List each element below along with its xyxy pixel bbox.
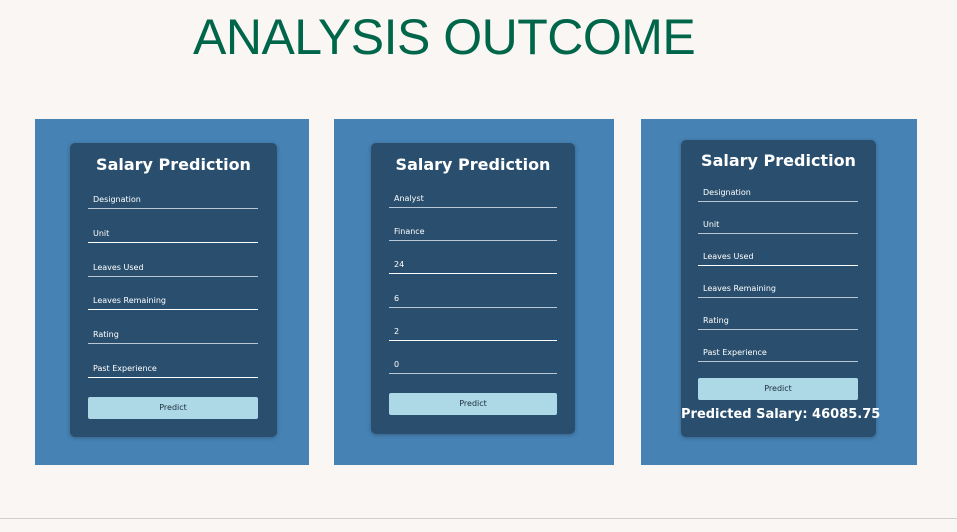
predict-button[interactable]: Predict [698, 378, 858, 400]
leaves-remaining-placeholder: Leaves Remaining [93, 296, 166, 305]
designation-field[interactable]: Designation [698, 180, 858, 202]
unit-field[interactable]: Unit [88, 221, 258, 243]
leaves-remaining-field[interactable]: Leaves Remaining [698, 276, 858, 298]
leaves-remaining-field[interactable]: Leaves Remaining [88, 288, 258, 310]
salary-prediction-card: Salary Prediction Designation Unit Leave… [681, 140, 881, 437]
panel-filled-form: Salary Prediction Analyst Finance 24 6 2… [334, 119, 614, 465]
designation-placeholder: Designation [93, 195, 141, 204]
leaves-used-field[interactable]: Leaves Used [88, 255, 258, 277]
rating-value: 2 [394, 327, 400, 336]
salary-prediction-card: Salary Prediction Analyst Finance 24 6 2… [371, 143, 575, 434]
leaves-used-field[interactable]: 24 [389, 252, 557, 274]
card-title: Salary Prediction [395, 155, 551, 174]
predicted-salary-result: Predicted Salary: 46085.75 [681, 407, 881, 422]
analysis-outcome-page: ANALYSIS OUTCOME Salary Prediction Desig… [0, 0, 957, 532]
designation-field[interactable]: Analyst [389, 186, 557, 208]
unit-placeholder: Unit [93, 229, 110, 238]
rating-placeholder: Rating [703, 316, 729, 325]
panel-empty-form: Salary Prediction Designation Unit Leave… [35, 119, 309, 465]
leaves-used-placeholder: Leaves Used [703, 252, 754, 261]
predict-button[interactable]: Predict [88, 397, 258, 419]
rating-field[interactable]: Rating [698, 308, 858, 330]
predict-button[interactable]: Predict [389, 393, 557, 415]
designation-value: Analyst [394, 194, 424, 203]
past-experience-placeholder: Past Experience [703, 348, 767, 357]
designation-placeholder: Designation [703, 188, 751, 197]
past-experience-placeholder: Past Experience [93, 364, 157, 373]
unit-value: Finance [394, 227, 425, 236]
rating-field[interactable]: 2 [389, 319, 557, 341]
bottom-divider [0, 518, 957, 519]
salary-prediction-card: Salary Prediction Designation Unit Leave… [70, 143, 277, 437]
rating-field[interactable]: Rating [88, 322, 258, 344]
unit-placeholder: Unit [703, 220, 720, 229]
card-title: Salary Prediction [701, 151, 856, 170]
designation-field[interactable]: Designation [88, 187, 258, 209]
past-experience-field[interactable]: 0 [389, 352, 557, 374]
leaves-remaining-field[interactable]: 6 [389, 286, 557, 308]
leaves-used-value: 24 [394, 260, 405, 269]
page-title: ANALYSIS OUTCOME [193, 9, 696, 65]
unit-field[interactable]: Unit [698, 212, 858, 234]
card-title: Salary Prediction [96, 155, 251, 174]
leaves-used-placeholder: Leaves Used [93, 263, 144, 272]
leaves-remaining-value: 6 [394, 294, 400, 303]
past-experience-value: 0 [394, 360, 400, 369]
past-experience-field[interactable]: Past Experience [88, 356, 258, 378]
past-experience-field[interactable]: Past Experience [698, 340, 858, 362]
leaves-remaining-placeholder: Leaves Remaining [703, 284, 776, 293]
rating-placeholder: Rating [93, 330, 119, 339]
unit-field[interactable]: Finance [389, 219, 557, 241]
leaves-used-field[interactable]: Leaves Used [698, 244, 858, 266]
panel-result-form: Salary Prediction Designation Unit Leave… [641, 119, 917, 465]
